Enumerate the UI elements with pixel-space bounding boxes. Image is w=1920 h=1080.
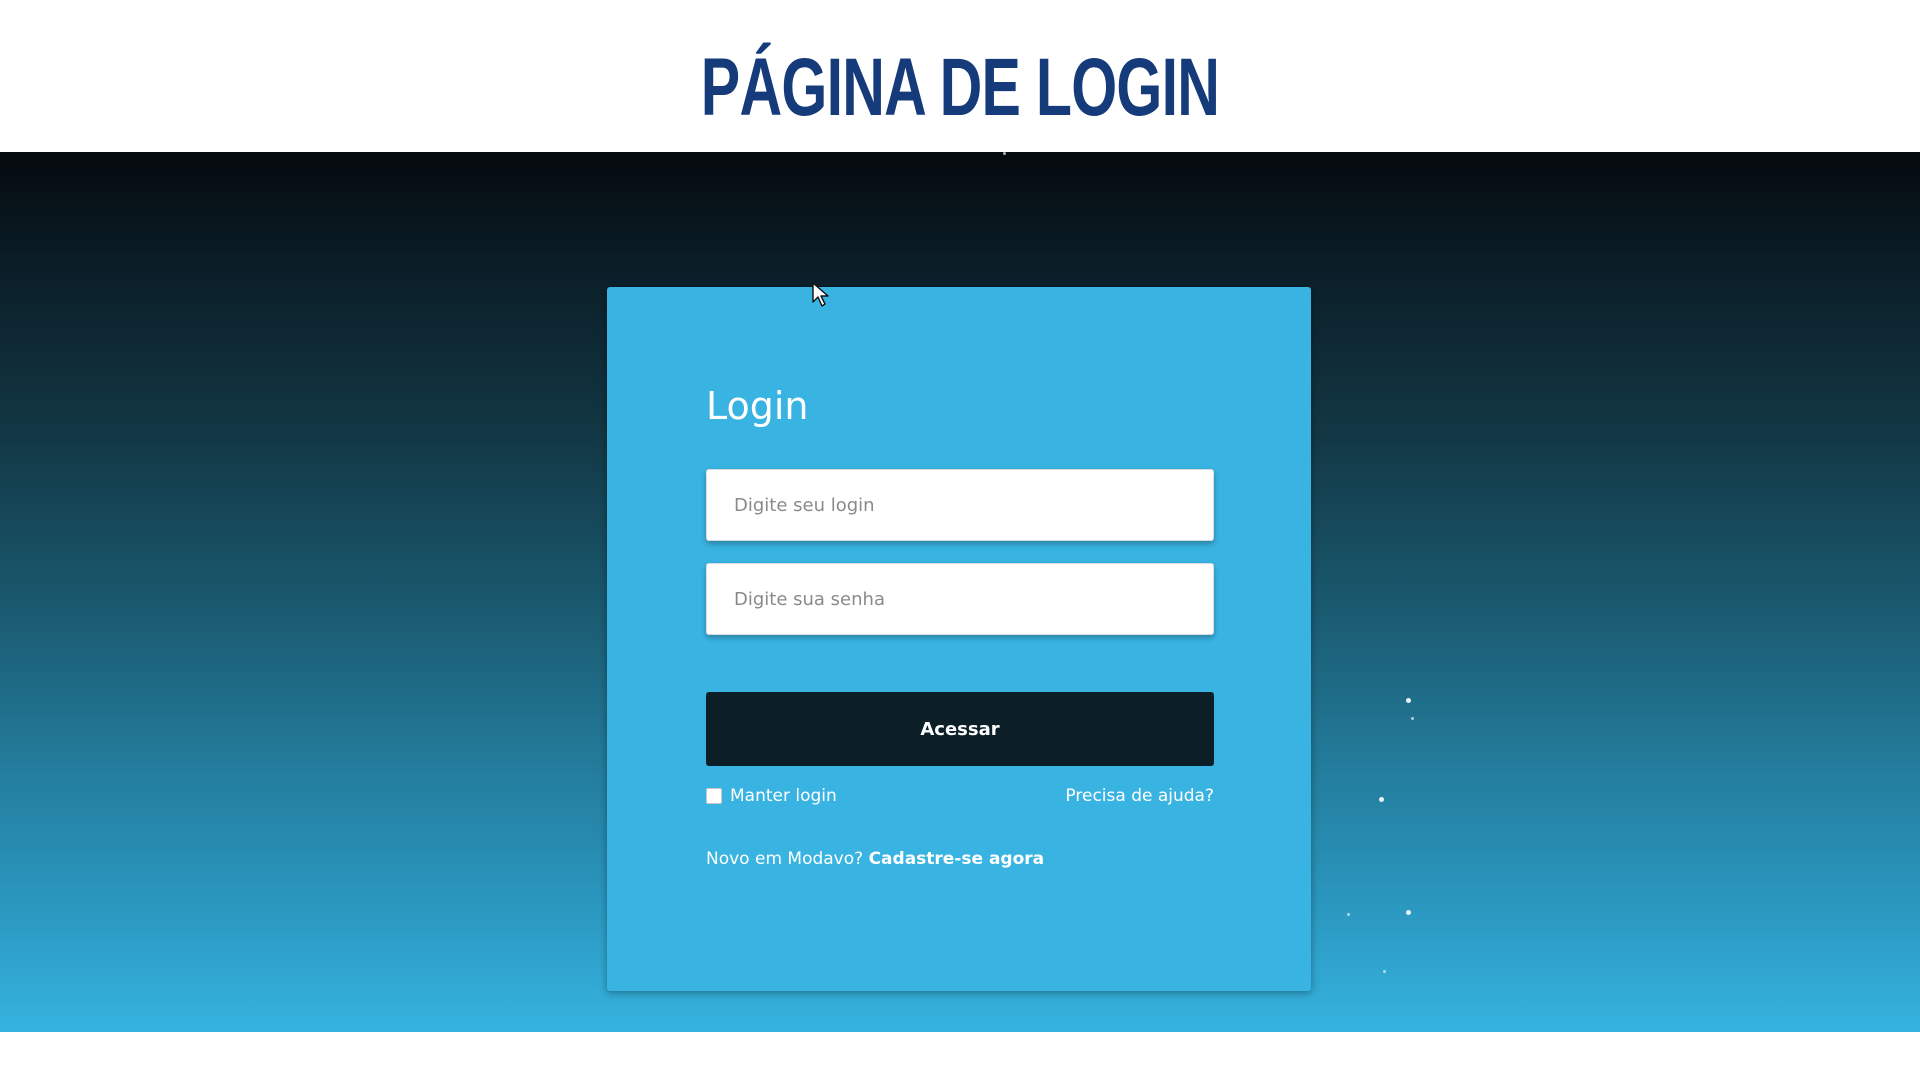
signup-prompt: Novo em Modavo? xyxy=(706,849,864,869)
login-screenshot: Login Acessar Manter login Precisa de aj… xyxy=(0,152,1920,1032)
remember-login-checkbox[interactable] xyxy=(706,788,722,804)
help-link[interactable]: Precisa de ajuda? xyxy=(1065,786,1214,806)
password-input[interactable] xyxy=(706,563,1214,635)
star-dot xyxy=(1411,717,1414,720)
login-options: Manter login Precisa de ajuda? xyxy=(706,781,1214,811)
signup-row: Novo em Modavo? Cadastre-se agora xyxy=(706,849,1044,869)
remember-login-label: Manter login xyxy=(730,786,837,806)
star-dot xyxy=(1406,698,1411,703)
slide-title: PÁGINA DE LOGIN xyxy=(700,42,1220,133)
star-dot xyxy=(1003,152,1006,155)
login-input[interactable] xyxy=(706,469,1214,541)
submit-button[interactable]: Acessar xyxy=(706,692,1214,766)
slide: PÁGINA DE LOGIN Login Acessar Manter log… xyxy=(0,0,1920,1080)
remember-login[interactable]: Manter login xyxy=(706,786,837,806)
login-card: Login Acessar Manter login Precisa de aj… xyxy=(607,287,1311,991)
mouse-pointer-icon xyxy=(812,282,829,307)
star-dot xyxy=(1406,910,1411,915)
star-dot xyxy=(1383,970,1386,973)
signup-link[interactable]: Cadastre-se agora xyxy=(869,849,1045,869)
star-dot xyxy=(1379,797,1384,802)
login-title: Login xyxy=(706,384,809,428)
star-dot xyxy=(1347,913,1350,916)
